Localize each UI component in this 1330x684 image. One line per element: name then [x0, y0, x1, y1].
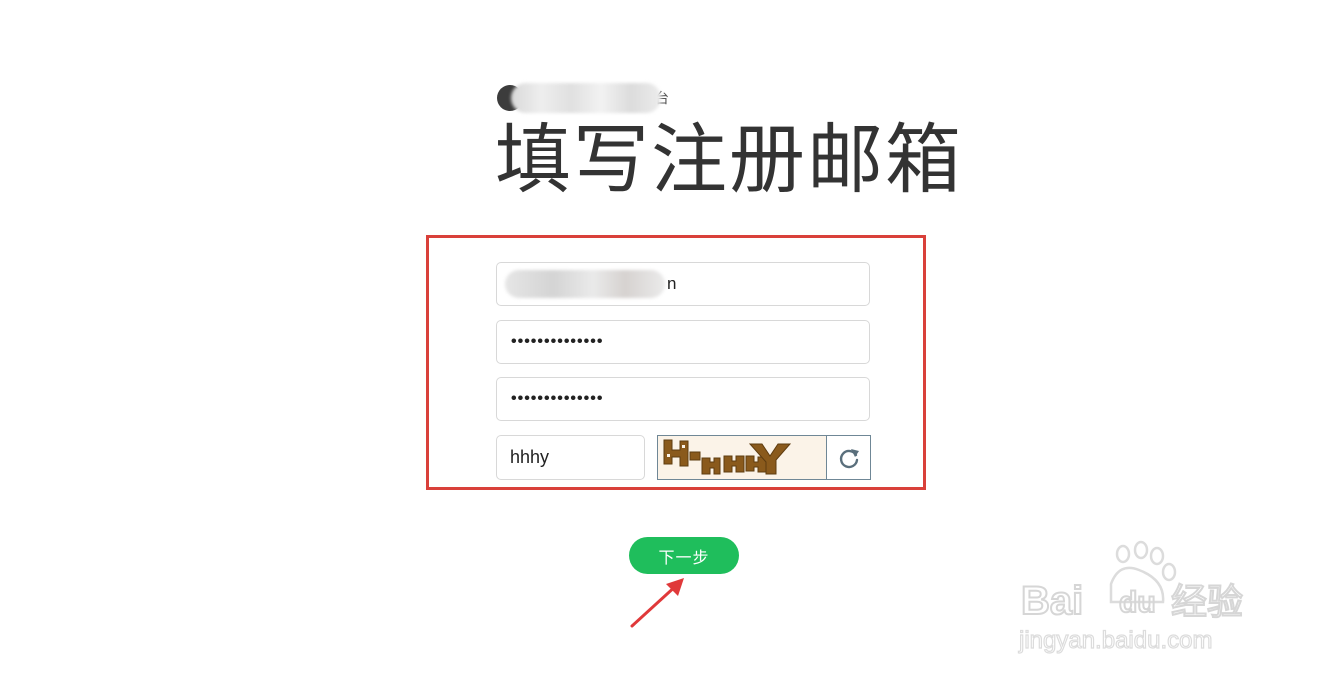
watermark-du-text: du [1119, 586, 1156, 619]
confirm-password-field[interactable]: •••••••••••••• [496, 377, 870, 421]
password-field[interactable]: •••••••••••••• [496, 320, 870, 364]
email-value-tail: n [667, 274, 677, 293]
watermark-bai-text: Bai [1021, 579, 1083, 623]
watermark-brand: Bai du 经验 [1020, 578, 1244, 624]
page: 台 填写注册邮箱 n •••••••••••••• ••••••••••••••… [0, 0, 1330, 684]
annotation-arrow-icon [630, 578, 684, 628]
password-masked-value: •••••••••••••• [511, 333, 604, 350]
email-field[interactable]: n [496, 262, 870, 306]
page-title: 填写注册邮箱 [495, 115, 963, 204]
captcha-input[interactable]: hhhy [496, 435, 645, 480]
next-step-button[interactable]: 下一步 [629, 537, 739, 574]
captcha-refresh-button[interactable] [827, 436, 870, 479]
baidu-watermark: Bai du 经验 jingyan.baidu.com [1017, 540, 1244, 655]
refresh-icon [839, 448, 859, 468]
watermark-cn-text: 经验 [1171, 582, 1243, 623]
captcha-input-value: hhhy [510, 447, 550, 467]
captcha-image[interactable] [658, 436, 827, 479]
blurred-email-text [505, 270, 665, 298]
captcha-box [657, 435, 871, 480]
brand-header: 台 [497, 82, 669, 114]
confirm-password-masked-value: •••••••••••••• [511, 390, 604, 407]
blurred-brand-name [511, 83, 661, 113]
watermark-url-text: jingyan.baidu.com [1018, 627, 1212, 654]
captcha-glyphs [663, 439, 792, 475]
